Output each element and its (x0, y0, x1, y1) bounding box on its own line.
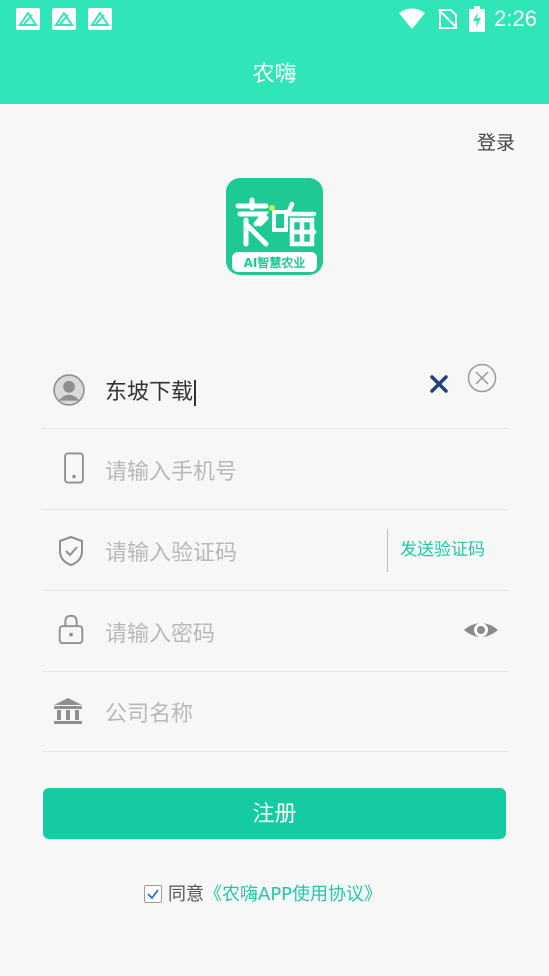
username-input[interactable]: 东坡下载 (105, 374, 196, 406)
app-notification-icon (52, 8, 76, 30)
password-row: 请输入密码 (42, 591, 508, 672)
password-input[interactable]: 请输入密码 (105, 616, 215, 648)
company-row: 公司名称 (42, 671, 508, 752)
login-link[interactable]: 登录 (477, 128, 515, 155)
phone-icon (64, 452, 84, 484)
battery-charging-icon (469, 6, 485, 32)
text-cursor (194, 380, 196, 406)
app-notification-icon (88, 8, 112, 30)
username-row: 东坡下载 (42, 348, 508, 429)
send-code-button[interactable]: 发送验证码 (387, 529, 485, 572)
phone-row: 请输入手机号 (42, 429, 508, 510)
clear-text-icon[interactable] (427, 372, 451, 396)
shield-icon (59, 535, 83, 567)
status-time: 2:26 (494, 6, 537, 31)
app-header: 2:26 农嗨 (0, 0, 549, 104)
lock-icon (58, 614, 84, 645)
svg-text:AI智慧农业: AI智慧农业 (244, 255, 306, 270)
page-title: 农嗨 (252, 62, 297, 87)
phone-input[interactable]: 请输入手机号 (105, 454, 237, 486)
code-input[interactable]: 请输入验证码 (105, 535, 237, 567)
agreement-link[interactable]: 《农嗨APP使用协议》 (204, 884, 382, 905)
wifi-icon (399, 8, 425, 29)
agreement-prefix: 同意 (168, 884, 204, 905)
eye-icon[interactable] (463, 615, 499, 645)
code-row: 请输入验证码 发送验证码 (42, 510, 508, 591)
agreement-checkbox[interactable] (144, 885, 162, 903)
no-sim-icon (438, 9, 458, 29)
agreement: 同意《农嗨APP使用协议》 (144, 880, 382, 906)
app-notification-icon (16, 8, 40, 30)
company-input[interactable]: 公司名称 (105, 696, 193, 728)
bank-icon (54, 698, 82, 724)
user-icon (53, 374, 85, 406)
register-button[interactable]: 注册 (43, 788, 506, 839)
clear-circle-icon[interactable] (466, 362, 498, 394)
status-bar: 2:26 (0, 0, 549, 40)
app-logo: AI智慧农业 (226, 178, 323, 275)
check-icon (147, 889, 159, 900)
